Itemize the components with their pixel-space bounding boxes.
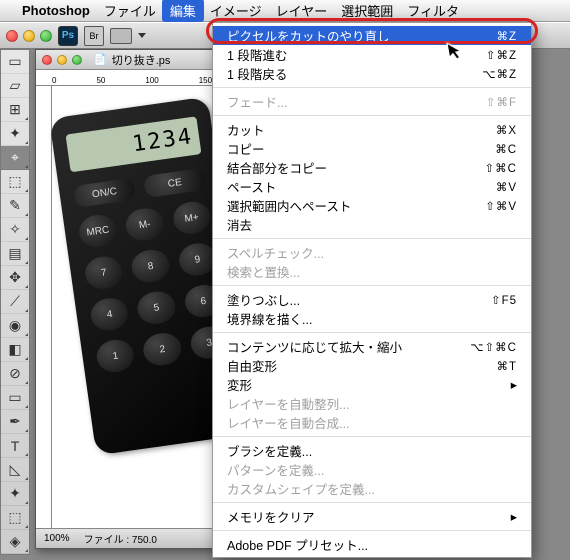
menu-item: レイヤーを自動合成...	[213, 413, 531, 432]
edit-menu-dropdown: ピクセルをカットのやり直し⌘Z1 段階進む⇧⌘Z1 段階戻る⌥⌘Z フェード...…	[212, 22, 532, 558]
doc-minimize-icon[interactable]	[57, 55, 67, 65]
document-title: 切り抜き.ps	[112, 52, 171, 68]
calc-btn: 8	[130, 248, 171, 285]
tool-6[interactable]: ✎	[1, 194, 29, 218]
menu-item: カスタムシェイプを定義...	[213, 479, 531, 498]
tool-20[interactable]: ◈	[1, 530, 29, 554]
tool-19[interactable]: ⬚	[1, 506, 29, 530]
menu-file[interactable]: ファイル	[104, 1, 156, 20]
menu-item: レイヤーを自動整列...	[213, 394, 531, 413]
window-controls	[6, 30, 52, 42]
tool-17[interactable]: ◺	[1, 458, 29, 482]
tool-12[interactable]: ◧	[1, 338, 29, 362]
filmstrip-icon[interactable]	[110, 28, 132, 44]
calc-btn: 7	[83, 254, 124, 291]
menu-edit[interactable]: 編集	[162, 0, 204, 22]
tool-3[interactable]: ✦	[1, 122, 29, 146]
menu-select[interactable]: 選択範囲	[341, 1, 393, 20]
menu-item[interactable]: 境界線を描く...	[213, 309, 531, 328]
menu-item: フェード...⇧⌘F	[213, 92, 531, 111]
tool-7[interactable]: ✧	[1, 218, 29, 242]
menu-item[interactable]: 消去	[213, 215, 531, 234]
tool-11[interactable]: ◉	[1, 314, 29, 338]
file-size: ファイル : 750.0	[84, 531, 157, 546]
tool-5[interactable]: ⬚	[1, 170, 29, 194]
calc-btn: M-	[124, 206, 165, 243]
tool-4[interactable]: ⌖	[1, 146, 29, 170]
calc-btn: ON/C	[73, 178, 136, 208]
tool-2[interactable]: ⊞	[1, 98, 29, 122]
tool-16[interactable]: T	[1, 434, 29, 458]
menu-item[interactable]: 塗りつぶし...⇧F5	[213, 290, 531, 309]
menu-image[interactable]: イメージ	[210, 1, 262, 20]
tool-18[interactable]: ✦	[1, 482, 29, 506]
menu-item[interactable]: 変形	[213, 375, 531, 394]
tool-1[interactable]: ▱	[1, 74, 29, 98]
menu-item[interactable]: 自由変形⌘T	[213, 356, 531, 375]
toolbox: ▭▱⊞✦⌖⬚✎✧▤✥⟋◉◧⊘▭✒T◺✦⬚◈	[0, 49, 30, 555]
calc-btn: 1	[95, 337, 136, 374]
app-name[interactable]: Photoshop	[22, 3, 90, 18]
zoom-icon[interactable]	[40, 30, 52, 42]
menu-item[interactable]: ペースト⌘V	[213, 177, 531, 196]
zoom-level[interactable]: 100%	[44, 533, 70, 544]
calc-btn: 4	[89, 296, 130, 333]
doc-close-icon[interactable]	[42, 55, 52, 65]
menu-item: スペルチェック...	[213, 243, 531, 262]
photoshop-icon[interactable]: Ps	[58, 26, 78, 46]
minimize-icon[interactable]	[23, 30, 35, 42]
mac-menubar: Photoshop ファイル 編集 イメージ レイヤー 選択範囲 フィルタ	[0, 0, 570, 22]
tool-10[interactable]: ⟋	[1, 290, 29, 314]
calc-display: 1234	[65, 116, 201, 172]
tool-0[interactable]: ▭	[1, 50, 29, 74]
menu-item[interactable]: ブラシを定義...	[213, 441, 531, 460]
menu-item[interactable]: 結合部分をコピー⇧⌘C	[213, 158, 531, 177]
close-icon[interactable]	[6, 30, 18, 42]
menu-item[interactable]: コピー⌘C	[213, 139, 531, 158]
menu-layer[interactable]: レイヤー	[276, 1, 328, 20]
menu-item[interactable]: カット⌘X	[213, 120, 531, 139]
menu-item: 検索と置換...	[213, 262, 531, 281]
tool-14[interactable]: ▭	[1, 386, 29, 410]
menu-item[interactable]: コンテンツに応じて拡大・縮小⌥⇧⌘C	[213, 337, 531, 356]
menu-item[interactable]: 1 段階戻る⌥⌘Z	[213, 64, 531, 83]
tool-9[interactable]: ✥	[1, 266, 29, 290]
menu-item: パターンを定義...	[213, 460, 531, 479]
menu-item[interactable]: Adobe PDF プリセット...	[213, 535, 531, 554]
calc-btn: CE	[143, 168, 206, 198]
bridge-icon[interactable]: Br	[84, 26, 104, 46]
calc-btn: MRC	[77, 213, 118, 250]
tool-15[interactable]: ✒	[1, 410, 29, 434]
menu-item[interactable]: 1 段階進む⇧⌘Z	[213, 45, 531, 64]
calc-btn: M+	[171, 199, 212, 236]
menu-filter[interactable]: フィルタ	[407, 1, 459, 20]
tool-13[interactable]: ⊘	[1, 362, 29, 386]
menu-item[interactable]: ピクセルをカットのやり直し⌘Z	[213, 26, 531, 45]
dropdown-icon[interactable]	[138, 33, 146, 38]
ruler-vertical	[36, 86, 52, 528]
doc-zoom-icon[interactable]	[72, 55, 82, 65]
tool-8[interactable]: ▤	[1, 242, 29, 266]
calc-btn: 2	[142, 331, 183, 368]
menu-item[interactable]: 選択範囲内へペースト⇧⌘V	[213, 196, 531, 215]
menu-item[interactable]: メモリをクリア	[213, 507, 531, 526]
calc-btn: 5	[136, 289, 177, 326]
